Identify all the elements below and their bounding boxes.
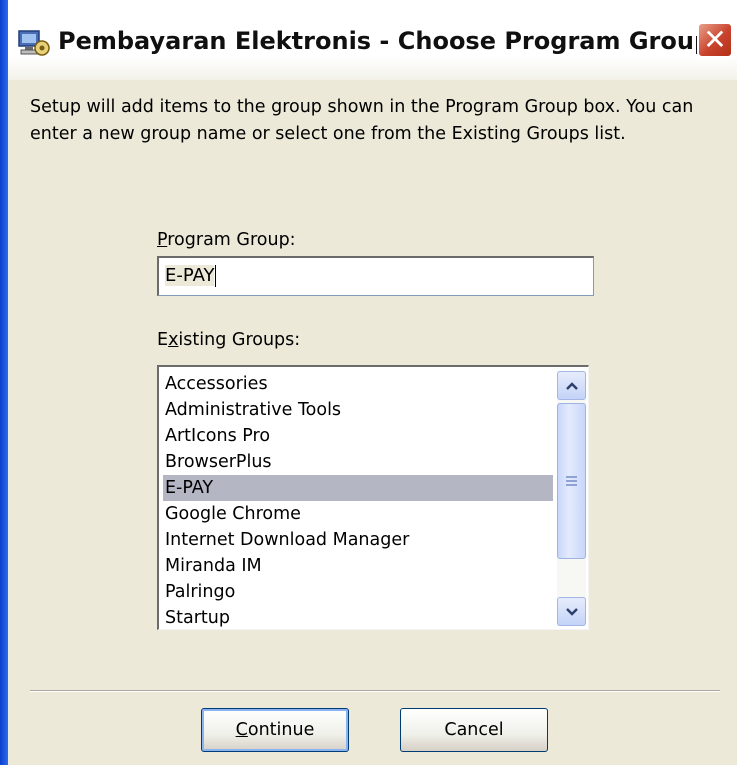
close-icon: ✕ bbox=[703, 23, 727, 56]
program-group-input[interactable]: E-PAY bbox=[157, 256, 594, 296]
separator-line bbox=[30, 690, 720, 692]
list-item-miranda-im[interactable]: Miranda IM bbox=[163, 553, 553, 579]
vertical-scrollbar[interactable] bbox=[557, 371, 586, 626]
list-item-administrative-tools[interactable]: Administrative Tools bbox=[163, 397, 553, 423]
window-title: Pembayaran Elektronis - Choose Program G… bbox=[58, 27, 712, 55]
program-group-accel: P bbox=[157, 230, 168, 250]
program-group-value: E-PAY bbox=[165, 265, 215, 286]
window-border bbox=[0, 0, 8, 765]
existing-groups-label-rest: isting Groups: bbox=[178, 330, 301, 350]
list-item-articons-pro[interactable]: ArtIcons Pro bbox=[163, 423, 553, 449]
close-button[interactable]: ✕ bbox=[697, 22, 733, 58]
existing-groups-label: Existing Groups: bbox=[157, 330, 300, 350]
program-group-label-rest: rogram Group: bbox=[167, 230, 296, 250]
text-caret bbox=[215, 265, 217, 287]
continue-accel: C bbox=[235, 720, 248, 740]
list-item-internet-download-manager[interactable]: Internet Download Manager bbox=[163, 527, 553, 553]
scroll-grip-icon bbox=[566, 475, 577, 487]
existing-groups-listbox[interactable]: Accessories Administrative Tools ArtIcon… bbox=[157, 365, 589, 630]
existing-groups-accel: x bbox=[168, 330, 179, 350]
scroll-up-button[interactable] bbox=[557, 371, 586, 400]
continue-button[interactable]: Continue bbox=[201, 708, 349, 752]
cancel-button[interactable]: Cancel bbox=[400, 708, 548, 752]
continue-label-rest: ontinue bbox=[247, 720, 315, 740]
list-item-e-pay[interactable]: E-PAY bbox=[163, 475, 553, 501]
title-bar[interactable]: Pembayaran Elektronis - Choose Program G… bbox=[0, 0, 737, 80]
list-item-accessories[interactable]: Accessories bbox=[163, 371, 553, 397]
list-item-startup[interactable]: Startup bbox=[163, 605, 553, 629]
instructions-text: Setup will add items to the group shown … bbox=[30, 97, 694, 144]
scroll-thumb[interactable] bbox=[557, 403, 586, 559]
list-item-browserplus[interactable]: BrowserPlus bbox=[163, 449, 553, 475]
scroll-up-arrow-icon bbox=[565, 381, 578, 390]
existing-groups-label-pre: E bbox=[157, 330, 169, 350]
dialog-window: Pembayaran Elektronis - Choose Program G… bbox=[0, 0, 737, 765]
list-item-palringo[interactable]: Palringo bbox=[163, 579, 553, 605]
list-item-google-chrome[interactable]: Google Chrome bbox=[163, 501, 553, 527]
installer-computer-icon bbox=[18, 30, 50, 56]
group-list: Accessories Administrative Tools ArtIcon… bbox=[163, 371, 553, 629]
scroll-down-arrow-icon bbox=[565, 607, 578, 616]
scroll-down-button[interactable] bbox=[557, 597, 586, 626]
program-group-label: Program Group: bbox=[157, 230, 296, 250]
